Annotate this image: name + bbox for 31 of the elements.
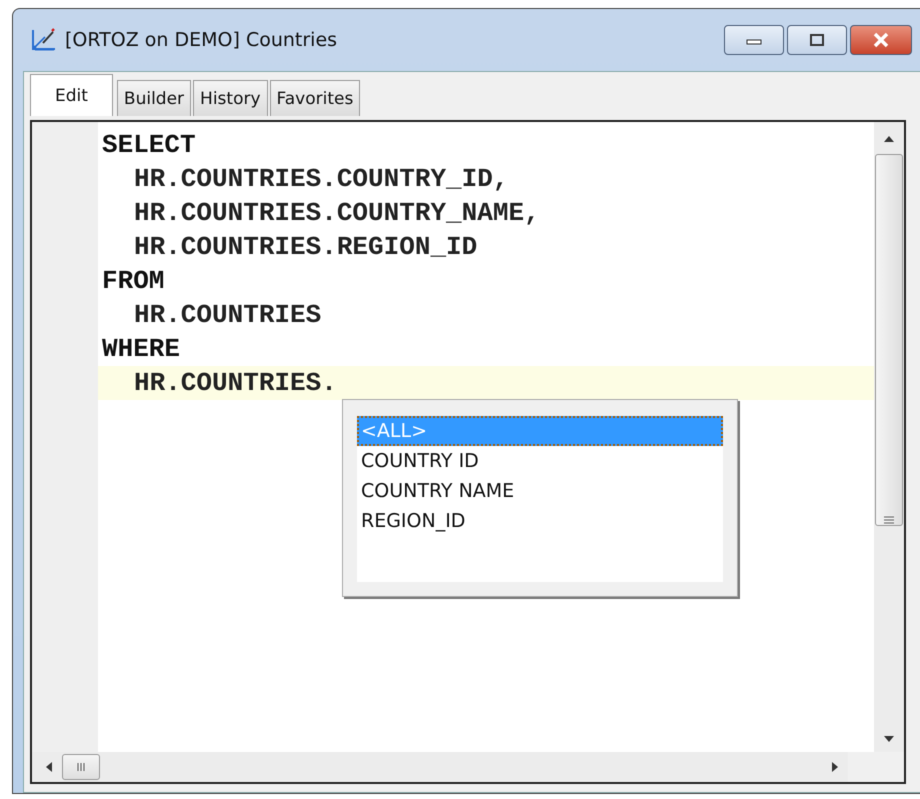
completion-item[interactable]: COUNTRY ID (357, 446, 723, 476)
scroll-right-icon[interactable] (832, 762, 838, 772)
scroll-left-icon[interactable] (46, 762, 52, 772)
horizontal-scrollbar[interactable] (32, 752, 904, 782)
scroll-down-icon[interactable] (884, 736, 894, 742)
scrollbar-corner (848, 752, 904, 782)
ruler-pen-icon (31, 28, 57, 52)
code-line: FROM (101, 265, 166, 298)
maximize-button[interactable] (787, 25, 847, 55)
tab[interactable]: History (193, 80, 268, 116)
completion-item[interactable]: COUNTRY NAME (357, 476, 723, 506)
scroll-thumb[interactable] (875, 154, 903, 526)
close-button[interactable] (850, 25, 912, 55)
maximize-icon (808, 33, 826, 47)
tab[interactable]: Builder (116, 80, 192, 116)
tab[interactable]: Favorites (270, 80, 360, 116)
minimize-button[interactable] (724, 25, 784, 55)
close-icon (871, 32, 891, 48)
scroll-thumb[interactable] (62, 754, 100, 780)
completion-item[interactable]: REGION_ID (357, 506, 723, 536)
code-line: HR.COUNTRIES.REGION_ID (133, 231, 478, 264)
window-title: [ORTOZ on DEMO] Countries (65, 29, 338, 51)
code-line: HR.COUNTRIES.COUNTRY_ID, (133, 163, 510, 196)
code-line: WHERE (101, 333, 182, 366)
scroll-up-icon[interactable] (884, 136, 894, 142)
tab[interactable]: Edit (30, 74, 113, 116)
code-line: SELECT (101, 129, 197, 162)
code-line: HR.COUNTRIES (133, 299, 322, 332)
code-line: HR.COUNTRIES.COUNTRY_NAME, (133, 197, 541, 230)
vertical-scrollbar[interactable] (874, 122, 904, 752)
code-editor[interactable]: SELECT HR.COUNTRIES.COUNTRY_ID, HR.COUNTRIES.COUNTRY_NAME, HR.COUNTRIES.REGION_ID FROM HR.COUNTRIES WHERE HR.COUNTRIES. <ALL> COUNTRY ID COUNTRY NAME REGION_ID (30, 120, 906, 784)
